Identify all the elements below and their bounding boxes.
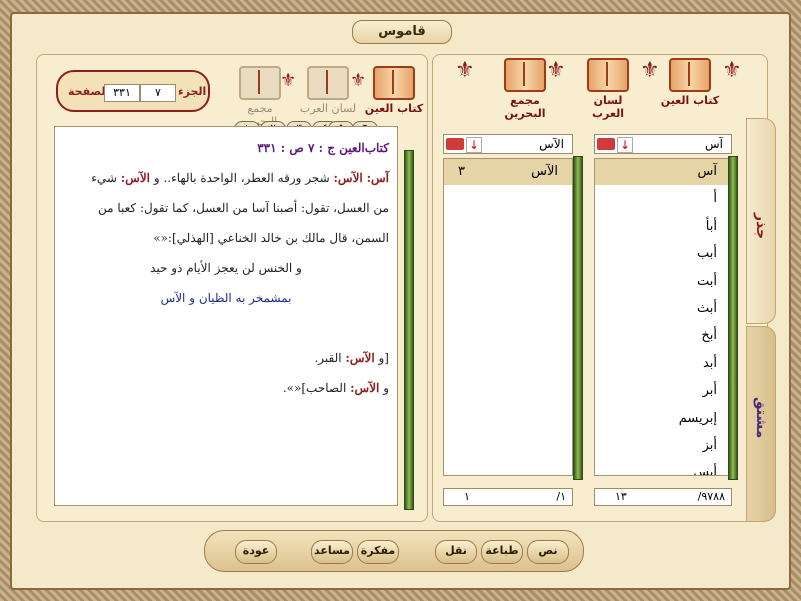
- derived-search-input[interactable]: ↓ الآس: [443, 134, 573, 154]
- list-item[interactable]: أبر: [595, 378, 731, 406]
- list-item[interactable]: أبخ: [595, 323, 731, 351]
- back-button[interactable]: عودة: [235, 540, 277, 564]
- list-item[interactable]: أبز: [595, 433, 731, 461]
- copy-button[interactable]: نقل: [435, 540, 477, 564]
- book-majma-button[interactable]: مجمع البحرين: [495, 58, 555, 120]
- list-item[interactable]: أبت: [595, 269, 731, 296]
- book-icon: [669, 58, 711, 92]
- ornament-icon: ⚜: [640, 58, 660, 83]
- text-button[interactable]: نص: [527, 540, 569, 564]
- window-title: قاموس: [352, 20, 452, 44]
- derived-list[interactable]: الآس ٣: [443, 158, 573, 476]
- list-item[interactable]: آس: [595, 159, 731, 187]
- text-scrollbar[interactable]: [404, 150, 414, 510]
- list-item[interactable]: أبأ: [595, 214, 731, 242]
- book-icon: [587, 58, 629, 92]
- root-list[interactable]: آس أ أبأ أبب أبت أبث أبخ أبد أبر إبريسم …: [594, 158, 732, 476]
- book-lisan-button[interactable]: لسان العرب: [578, 58, 638, 120]
- arrow-down-icon[interactable]: ↓: [617, 137, 633, 153]
- root-counter: ٩٧٨٨/ ١٣: [594, 488, 732, 506]
- list-item[interactable]: أ: [595, 186, 731, 214]
- entry-heading: كتاب‌العين ج : ٧ ص : ٣٣١: [257, 141, 389, 155]
- list-item[interactable]: أبب: [595, 241, 731, 269]
- book-icon: [307, 66, 349, 100]
- keyboard-icon[interactable]: [446, 138, 464, 150]
- list-item[interactable]: إبريسم: [595, 406, 731, 433]
- book-icon: [373, 66, 415, 100]
- arrow-down-icon[interactable]: ↓: [466, 137, 482, 153]
- book-lisan-button[interactable]: لسان العرب: [298, 66, 358, 115]
- list-item[interactable]: الآس ٣: [444, 159, 572, 187]
- book-ayn-button[interactable]: كتاب العين: [364, 66, 424, 115]
- print-button[interactable]: طباعة: [481, 540, 523, 564]
- ornament-icon: ⚜: [350, 70, 367, 91]
- book-icon: [504, 58, 546, 92]
- page-field[interactable]: ٣٣١: [104, 84, 140, 102]
- book-icon: [239, 66, 281, 100]
- book-ayn-button[interactable]: كتاب العين: [660, 58, 720, 107]
- ornament-icon: ⚜: [722, 58, 742, 83]
- ornament-icon: ⚜: [455, 58, 475, 83]
- notes-button[interactable]: مفكرة: [357, 540, 399, 564]
- part-field[interactable]: ٧: [140, 84, 176, 102]
- derived-scrollbar[interactable]: [573, 156, 583, 480]
- root-scrollbar[interactable]: [728, 156, 738, 480]
- list-item[interactable]: أبد: [595, 351, 731, 379]
- help-button[interactable]: مساعد: [311, 540, 353, 564]
- keyboard-icon[interactable]: [597, 138, 615, 150]
- entry-text[interactable]: كتاب‌العين ج : ٧ ص : ٣٣١ آس: الآس: شجر و…: [54, 126, 398, 506]
- tab-derived[interactable]: مشتق: [746, 326, 776, 522]
- list-item[interactable]: أبس: [595, 460, 731, 475]
- root-search-input[interactable]: ↓ آس: [594, 134, 732, 154]
- ornament-icon: ⚜: [280, 70, 297, 91]
- tab-root[interactable]: جذر: [746, 118, 776, 324]
- list-item[interactable]: أبث: [595, 296, 731, 324]
- derived-counter: ١/ ١: [443, 488, 573, 506]
